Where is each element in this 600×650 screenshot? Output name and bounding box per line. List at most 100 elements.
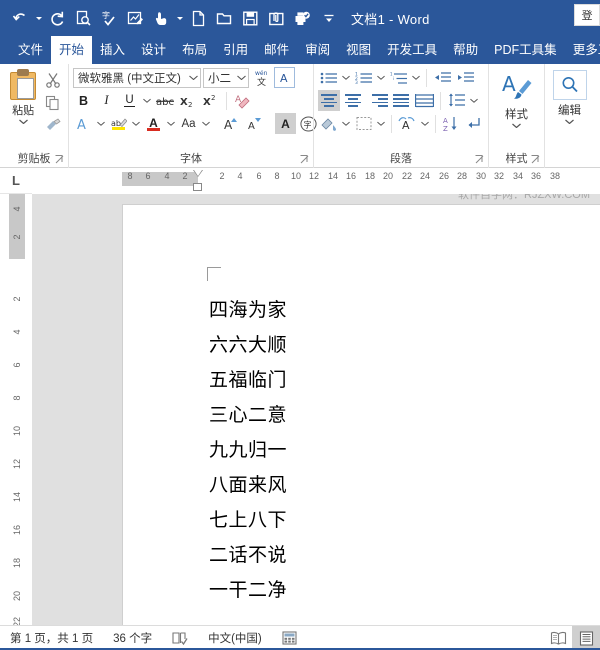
styles-dropdown-icon[interactable] xyxy=(512,123,521,128)
phonetic-guide-icon[interactable]: wén 文 xyxy=(251,67,272,88)
save-icon[interactable] xyxy=(238,5,263,31)
align-center-button[interactable] xyxy=(342,90,364,111)
redo-icon[interactable] xyxy=(45,5,70,31)
change-case-button[interactable]: Aa xyxy=(178,113,199,134)
print-layout-button[interactable] xyxy=(572,626,600,650)
document-canvas[interactable]: 软件自学网：RJZXW.COM 四海为家 六六大顺 五福临门 三心二意 九九归一… xyxy=(32,194,600,625)
touch-mode-dropdown-icon[interactable] xyxy=(175,5,185,31)
spelling-check-icon[interactable]: 字 xyxy=(97,5,122,31)
underline-button[interactable]: U xyxy=(119,90,140,111)
accessibility-icon[interactable] xyxy=(272,631,307,645)
text-effects-button[interactable]: A xyxy=(73,113,94,134)
clipboard-dialog-launcher-icon[interactable] xyxy=(55,155,65,165)
clear-formatting-button[interactable]: A xyxy=(232,90,253,111)
change-case-dropdown-icon[interactable] xyxy=(201,113,211,134)
tab-pdf-tools[interactable]: PDF工具集 xyxy=(486,36,565,64)
font-dialog-launcher-icon[interactable] xyxy=(300,155,310,165)
tab-stop-selector[interactable]: L xyxy=(0,168,32,194)
format-painter-icon[interactable] xyxy=(43,116,63,136)
show-marks-button[interactable] xyxy=(463,113,484,134)
styles-dialog-launcher-icon[interactable] xyxy=(531,155,541,165)
open-folder-icon[interactable] xyxy=(212,5,237,31)
font-color-dropdown-icon[interactable] xyxy=(166,113,176,134)
decrease-indent-button[interactable] xyxy=(432,67,453,88)
tab-home[interactable]: 开始 xyxy=(51,36,93,64)
tab-design[interactable]: 设计 xyxy=(133,36,174,64)
quick-print-icon[interactable] xyxy=(290,5,315,31)
vertical-ruler[interactable]: 4 2 2 4 6 8 10 12 14 16 18 20 22 xyxy=(0,194,32,625)
copy-icon[interactable] xyxy=(43,93,63,113)
multilevel-list-button[interactable]: 1i xyxy=(388,67,409,88)
justify-button[interactable] xyxy=(390,90,412,111)
account-login-box[interactable]: 登 xyxy=(574,4,600,26)
tab-mailings[interactable]: 邮件 xyxy=(256,36,297,64)
pinyin-dropdown-icon[interactable] xyxy=(420,113,430,134)
subscript-button[interactable]: X2 xyxy=(177,90,198,111)
bullets-button[interactable] xyxy=(318,67,339,88)
undo-dropdown-icon[interactable] xyxy=(34,5,44,31)
tab-references[interactable]: 引用 xyxy=(215,36,256,64)
superscript-button[interactable]: X2 xyxy=(200,90,221,111)
document-page[interactable]: 四海为家 六六大顺 五福临门 三心二意 九九归一 八面来风 七上八下 二话不说 … xyxy=(122,204,600,625)
horizontal-ruler[interactable]: 8 6 4 2 2 4 6 8 10 12 14 16 18 20 22 24 … xyxy=(32,168,600,194)
numbering-dropdown-icon[interactable] xyxy=(376,67,386,88)
language-indicator[interactable]: 中文(中国) xyxy=(198,630,272,646)
tab-view[interactable]: 视图 xyxy=(338,36,379,64)
distribute-button[interactable] xyxy=(414,90,435,111)
editing-dropdown-icon[interactable] xyxy=(565,119,574,124)
editing-button[interactable] xyxy=(552,70,587,100)
tab-help[interactable]: 帮助 xyxy=(445,36,486,64)
left-indent-marker[interactable] xyxy=(193,181,202,191)
font-color-button[interactable]: A xyxy=(143,113,164,134)
text-highlight-button[interactable]: ab xyxy=(108,113,129,134)
styles-button[interactable]: A xyxy=(500,70,534,104)
multilevel-list-dropdown-icon[interactable] xyxy=(411,67,421,88)
character-border-icon[interactable]: A xyxy=(274,67,295,88)
edit-chart-icon[interactable] xyxy=(123,5,148,31)
shrink-font-button[interactable]: A xyxy=(244,113,265,134)
tab-layout[interactable]: 布局 xyxy=(174,36,215,64)
touch-mode-icon[interactable] xyxy=(149,5,174,31)
paste-dropdown-icon[interactable] xyxy=(18,119,28,124)
print-preview-icon[interactable] xyxy=(71,5,96,31)
line-spacing-dropdown-icon[interactable] xyxy=(469,90,479,111)
shading-dropdown-icon[interactable] xyxy=(341,113,351,134)
underline-dropdown-icon[interactable] xyxy=(142,90,152,111)
italic-button[interactable]: I xyxy=(96,90,117,111)
increase-indent-button[interactable] xyxy=(455,67,476,88)
page-info[interactable]: 第 1 页，共 1 页 xyxy=(0,630,103,646)
text-effects-dropdown-icon[interactable] xyxy=(96,113,106,134)
paragraph-dialog-launcher-icon[interactable] xyxy=(475,155,485,165)
character-shading-button[interactable]: A xyxy=(275,113,296,134)
read-mode-button[interactable] xyxy=(544,626,572,650)
line-spacing-button[interactable] xyxy=(446,90,467,111)
word-count[interactable]: 36 个字 xyxy=(103,630,162,646)
tab-more-tools[interactable]: 更多工具 xyxy=(565,36,600,64)
tab-insert[interactable]: 插入 xyxy=(92,36,133,64)
font-name-combo[interactable]: 微软雅黑 (中文正文) xyxy=(73,67,201,88)
strikethrough-button[interactable]: abc xyxy=(154,90,175,111)
tab-file[interactable]: 文件 xyxy=(10,36,51,64)
text-highlight-dropdown-icon[interactable] xyxy=(131,113,141,134)
proofing-errors-icon[interactable] xyxy=(162,631,198,646)
new-document-icon[interactable] xyxy=(186,5,211,31)
font-size-combo[interactable]: 小二 xyxy=(203,67,249,88)
email-attachment-icon[interactable] xyxy=(264,5,289,31)
align-left-button[interactable] xyxy=(318,90,340,111)
tab-review[interactable]: 审阅 xyxy=(297,36,338,64)
borders-dropdown-icon[interactable] xyxy=(376,113,386,134)
customize-qat-icon[interactable] xyxy=(316,5,341,31)
sort-button[interactable]: AZ xyxy=(440,113,461,134)
align-right-button[interactable] xyxy=(366,90,388,111)
undo-icon[interactable] xyxy=(8,5,33,31)
shading-button[interactable] xyxy=(318,113,339,134)
numbering-button[interactable]: 123 xyxy=(353,67,374,88)
document-text-body[interactable]: 四海为家 六六大顺 五福临门 三心二意 九九归一 八面来风 七上八下 二话不说 … xyxy=(209,293,287,608)
bullets-dropdown-icon[interactable] xyxy=(341,67,351,88)
borders-button[interactable] xyxy=(353,113,374,134)
pinyin-button[interactable]: A xyxy=(397,113,418,134)
tab-developer[interactable]: 开发工具 xyxy=(379,36,445,64)
bold-button[interactable]: B xyxy=(73,90,94,111)
first-line-indent-marker[interactable] xyxy=(193,170,203,177)
cut-icon[interactable] xyxy=(43,70,63,90)
